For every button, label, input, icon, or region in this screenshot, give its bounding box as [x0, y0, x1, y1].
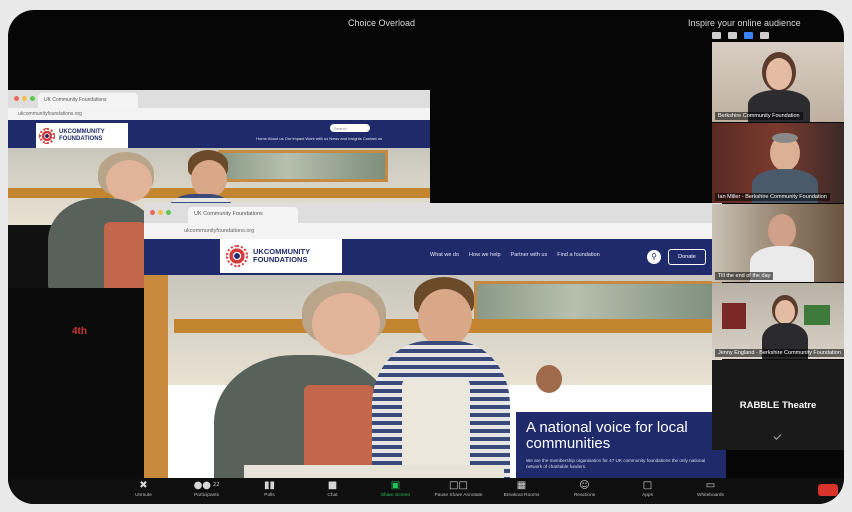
nav-how-we-help[interactable]: How we help	[469, 252, 501, 258]
address-bar[interactable]: ukcommunityfoundations.org	[144, 223, 722, 239]
participant-name: Berkshire Community Foundation	[715, 112, 803, 120]
pause-share-button[interactable]: □□ Pause Share Annotate	[427, 478, 490, 498]
participants-button[interactable]: ●● 22 Participants	[175, 478, 238, 498]
zoom-meeting-window: Choice Overload Inspire your online audi…	[8, 10, 844, 504]
participants-icon: ●● 22	[193, 480, 220, 491]
site-navbar: UKCOMMUNITY FOUNDATIONS What we do How w…	[144, 239, 722, 275]
view-controls	[712, 32, 769, 39]
participant-tile[interactable]: Jenny England - Berkshire Community Foun…	[712, 283, 844, 359]
donate-button[interactable]: Donate	[668, 249, 706, 265]
nav-what-we-do[interactable]: What we do	[430, 252, 459, 258]
browser-tab[interactable]: UK Community Foundations	[188, 207, 298, 223]
front-browser-window: UK Community Foundations ukcommunityfoun…	[144, 203, 726, 496]
breakout-rooms-icon: ▦	[516, 480, 527, 491]
participant-name: Ian Miller - Berkshire Community Foundat…	[715, 193, 830, 201]
gallery-view-icon[interactable]	[760, 32, 769, 39]
minimize-icon[interactable]	[712, 32, 721, 39]
sidebar-title: Inspire your online audience	[688, 18, 801, 28]
whiteboards-icon: ▭	[705, 480, 716, 491]
nav-partner-with-us[interactable]: Partner with us	[511, 252, 548, 258]
participant-tile[interactable]: Ian Miller - Berkshire Community Foundat…	[712, 123, 844, 203]
browser-chrome: UK Community Foundations	[144, 203, 722, 223]
participant-tile[interactable]: Berkshire Community Foundation	[712, 42, 844, 122]
participant-name: RABBLE Theatre	[739, 400, 817, 411]
apps-icon: □	[642, 480, 653, 491]
browser-tab[interactable]: UK Community Foundations	[38, 93, 138, 108]
polls-button[interactable]: ▮▮ Polls	[238, 478, 301, 498]
apps-button[interactable]: □ Apps	[616, 478, 679, 498]
search-icon[interactable]: ⚲	[647, 250, 661, 264]
nav-find-a-foundation[interactable]: Find a foundation	[557, 252, 600, 258]
hero-heading: A national voice for local communities	[526, 419, 688, 452]
hero-body: We are the membership organisation for 4…	[526, 458, 706, 469]
site-logo[interactable]: UKCOMMUNITY FOUNDATIONS	[36, 123, 128, 148]
sun-logo-icon	[39, 127, 55, 144]
site-nav-links[interactable]: Home About us Our impact Work with us Ne…	[256, 136, 382, 141]
share-screen-button[interactable]: ▣ Share Screen	[364, 478, 427, 498]
microphone-muted-icon: ✖	[139, 480, 148, 491]
site-nav-links: What we do How we help Partner with us F…	[430, 252, 600, 258]
unmute-button[interactable]: ✖ Unmute	[112, 478, 175, 498]
breakout-rooms-button[interactable]: ▦ Breakout Rooms	[490, 478, 553, 498]
participant-tile[interactable]: RABBLE Theatre	[712, 360, 844, 450]
share-screen-icon: ▣	[390, 480, 401, 491]
site-logo[interactable]: UKCOMMUNITY FOUNDATIONS	[220, 239, 342, 273]
reactions-icon: ☺	[579, 480, 590, 491]
share-title: Choice Overload	[348, 18, 416, 28]
reactions-button[interactable]: ☺ Reactions	[553, 478, 616, 498]
speaker-view-icon[interactable]	[744, 32, 753, 39]
window-icon[interactable]	[728, 32, 737, 39]
end-meeting-button[interactable]	[818, 484, 838, 496]
address-bar[interactable]: ukcommunityfoundations.org	[8, 108, 430, 120]
chat-button[interactable]: ■ Chat	[301, 478, 364, 498]
browser-chrome: UK Community Foundations	[8, 90, 430, 108]
whiteboards-button[interactable]: ▭ Whiteboards	[679, 478, 742, 498]
participant-name: Till the end of the day	[715, 272, 774, 280]
chevron-down-icon[interactable]	[773, 432, 782, 440]
chat-icon: ■	[327, 480, 338, 491]
site-navbar: UKCOMMUNITY FOUNDATIONS Home About us Ou…	[8, 120, 430, 148]
participant-name: Jenny England - Berkshire Community Foun…	[715, 349, 844, 357]
sun-logo-icon	[226, 245, 248, 267]
participant-tile[interactable]: Till the end of the day	[712, 204, 844, 282]
pause-share-icon: □□	[449, 480, 468, 491]
site-search[interactable]: Search	[330, 124, 370, 132]
polls-icon: ▮▮	[263, 480, 275, 491]
meeting-toolbar: ✖ Unmute ●● 22 Participants ▮▮ Polls ■ Ch…	[8, 478, 844, 504]
